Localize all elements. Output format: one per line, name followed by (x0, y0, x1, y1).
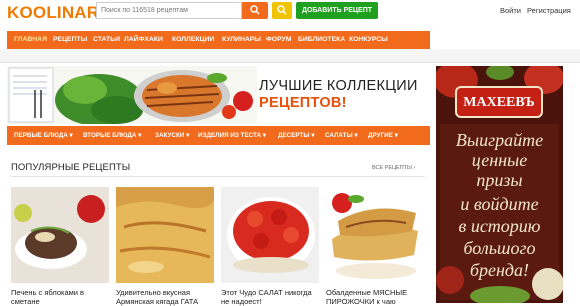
add-recipe-button[interactable]: ДОБАВИТЬ РЕЦЕПТ (296, 2, 378, 19)
nav-item-cooks[interactable]: КУЛИНАРЫ (222, 31, 261, 49)
category-snacks[interactable]: ЗАКУСКИ ▾ (155, 126, 189, 145)
category-desserts[interactable]: ДЕСЕРТЫ ▾ (278, 126, 314, 145)
banner-subheading: РЕЦЕПТОВ! (259, 95, 347, 111)
advanced-search-icon (277, 5, 287, 15)
search-button[interactable] (242, 2, 268, 19)
recipe-card-liver[interactable] (11, 187, 109, 283)
recipe-image (326, 187, 424, 283)
category-first-courses[interactable]: ПЕРВЫЕ БЛЮДА ▾ (14, 126, 73, 145)
all-recipes-link[interactable]: ВСЕ РЕЦЕПТЫ › (372, 165, 415, 171)
ad-line: и войдите (460, 194, 539, 214)
nav-item-contests[interactable]: КОНКУРСЫ (349, 31, 388, 49)
nav-item-library[interactable]: БИБЛИОТЕКА (298, 31, 345, 49)
ad-brand-logo: МАХЕЕВЪ (455, 86, 543, 118)
banner-heading: ЛУЧШИЕ КОЛЛЕКЦИИ (259, 78, 418, 94)
category-label: ИЗДЕЛИЯ ИЗ ТЕСТА (198, 132, 262, 139)
section-title: ПОПУЛЯРНЫЕ РЕЦЕПТЫ (11, 162, 131, 173)
recipe-card-salad[interactable] (221, 187, 319, 283)
recipe-title[interactable]: Обалденные МЯСНЫЕ ПИРОЖОЧКИ к чаю (326, 288, 426, 306)
search-input[interactable]: Поиск по 116518 рецептам (96, 2, 242, 19)
category-label: ДРУГИЕ (368, 132, 393, 139)
recipe-image (116, 187, 214, 283)
category-label: САЛАТЫ (325, 132, 353, 139)
advanced-search-button[interactable] (272, 2, 292, 19)
collections-banner[interactable]: ЛУЧШИЕ КОЛЛЕКЦИИ РЕЦЕПТОВ! (7, 66, 430, 124)
top-bar: KOOLINAR.RU Поиск по 116518 рецептам ДОБ… (0, 0, 580, 26)
ad-line: Выиграйте (455, 130, 544, 150)
nav-item-recipes[interactable]: РЕЦЕПТЫ (53, 31, 87, 49)
banner-food-image (7, 66, 257, 124)
section-divider (11, 176, 425, 177)
ad-line: в историю (458, 216, 541, 236)
ad-line: ценные (471, 150, 528, 170)
nav-item-home[interactable]: ГЛАВНАЯ (14, 31, 47, 49)
category-pastry[interactable]: ИЗДЕЛИЯ ИЗ ТЕСТА ▾ (198, 126, 266, 145)
category-label: ДЕСЕРТЫ (278, 132, 310, 139)
nav-item-collections[interactable]: КОЛЛЕКЦИИ (172, 31, 214, 49)
recipe-image (221, 187, 319, 283)
login-link[interactable]: Войти (500, 6, 521, 15)
ad-line: призы (476, 170, 523, 190)
ad-line: бренда! (469, 260, 530, 280)
recipe-title[interactable]: Удивительно вкусная Армянская кягада ГАТ… (116, 288, 216, 306)
register-link[interactable]: Регистрация (527, 6, 571, 15)
recipe-image (11, 187, 109, 283)
recipe-title[interactable]: Этот Чудо САЛАТ никогда не надоест! (221, 288, 321, 306)
recipe-title[interactable]: Печень с яблоками в сметане (11, 288, 111, 306)
category-second-courses[interactable]: ВТОРЫЕ БЛЮДА ▾ (83, 126, 141, 145)
sidebar-advertisement[interactable]: МАХЕЕВЪ Выиграйте ценные призы и войдите… (436, 66, 563, 303)
ad-line: большого (463, 238, 536, 258)
recipe-card-pies[interactable] (326, 187, 424, 283)
all-recipes-label: ВСЕ РЕЦЕПТЫ (372, 165, 412, 171)
category-salads[interactable]: САЛАТЫ ▾ (325, 126, 358, 145)
category-other[interactable]: ДРУГИЕ ▾ (368, 126, 398, 145)
nav-item-forum[interactable]: ФОРУМ (266, 31, 291, 49)
nav-item-articles[interactable]: СТАТЬИ (93, 31, 120, 49)
main-nav: ГЛАВНАЯ РЕЦЕПТЫ СТАТЬИ ЛАЙФХАКИ КОЛЛЕКЦИ… (7, 31, 430, 49)
category-label: ПЕРВЫЕ БЛЮДА (14, 132, 68, 139)
category-label: ВТОРЫЕ БЛЮДА (83, 132, 137, 139)
category-label: ЗАКУСКИ (155, 132, 185, 139)
recipe-card-gata[interactable] (116, 187, 214, 283)
nav-item-lifehacks[interactable]: ЛАЙФХАКИ (124, 31, 163, 49)
search-icon (250, 5, 260, 15)
subnav-strip (0, 49, 580, 63)
ad-brand: МАХЕЕВЪ (463, 95, 535, 110)
category-nav: ПЕРВЫЕ БЛЮДА ▾ ВТОРЫЕ БЛЮДА ▾ ЗАКУСКИ ▾ … (7, 126, 430, 145)
